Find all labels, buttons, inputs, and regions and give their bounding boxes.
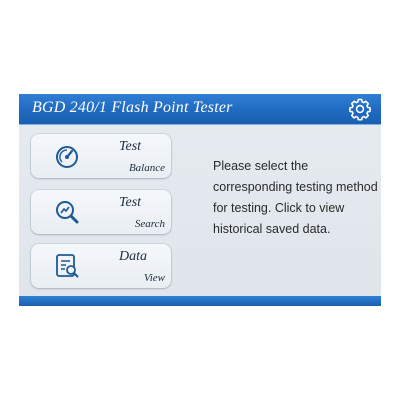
gear-icon[interactable] xyxy=(348,97,372,121)
footer-bar xyxy=(19,296,381,306)
gauge-icon xyxy=(53,142,81,170)
data-view-sublabel: View xyxy=(143,272,165,284)
magnifier-chart-icon xyxy=(53,198,81,226)
test-search-button[interactable]: Test Search xyxy=(31,190,171,234)
document-search-icon xyxy=(53,252,81,280)
test-search-label: Test xyxy=(119,195,142,210)
device-screen: BGD 240/1 Flash Point Tester Test Balanc… xyxy=(19,94,381,306)
title-bar: BGD 240/1 Flash Point Tester xyxy=(19,94,381,125)
test-balance-sublabel: Balance xyxy=(128,162,165,174)
test-search-sublabel: Search xyxy=(134,218,165,230)
data-view-label: Data xyxy=(119,249,147,264)
app-title: BGD 240/1 Flash Point Tester xyxy=(32,99,233,116)
test-balance-label: Test xyxy=(119,139,142,154)
test-balance-button[interactable]: Test Balance xyxy=(31,134,171,178)
instruction-text: Please select the corresponding testing … xyxy=(213,159,378,236)
data-view-button[interactable]: Data View xyxy=(31,244,171,288)
